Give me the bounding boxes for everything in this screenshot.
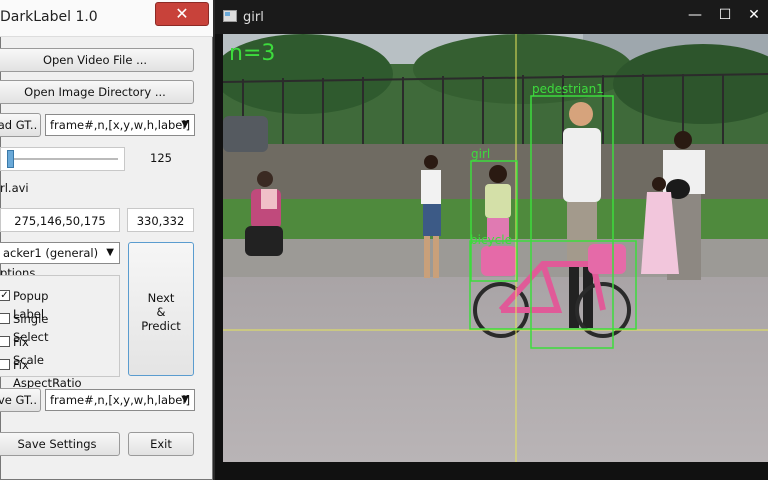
video-window-title: girl — [243, 10, 264, 25]
close-icon: ✕ — [748, 7, 760, 23]
save-format-select[interactable]: frame#,n,[x,y,w,h,label] ▼ — [45, 389, 195, 411]
bbox-label-girl: girl — [471, 147, 490, 161]
load-format-select[interactable]: frame#,n,[x,y,w,h,label] ▼ — [45, 114, 195, 136]
bbox-coordinates: 275,146,50,175 — [0, 208, 120, 232]
open-video-button[interactable]: Open Video File ... — [0, 48, 194, 72]
save-format-value: frame#,n,[x,y,w,h,label] — [50, 393, 191, 407]
option-label: Fix AspectRatio — [13, 358, 82, 390]
open-image-directory-button[interactable]: Open Image Directory ... — [0, 80, 194, 104]
tracker-select[interactable]: acker1 (general) ▼ — [0, 242, 120, 264]
mouse-coordinates: 330,332 — [127, 208, 194, 232]
frame-slider[interactable] — [0, 147, 125, 171]
exit-button[interactable]: Exit — [128, 432, 194, 456]
video-title-bar[interactable]: girl — ☐ ✕ — [215, 0, 768, 34]
maximize-icon: ☐ — [718, 7, 732, 23]
maximize-button[interactable]: ☐ — [711, 4, 739, 26]
slider-track — [7, 158, 118, 160]
window-title: DarkLabel 1.0 — [0, 9, 98, 25]
checkbox[interactable]: ✓ — [0, 290, 10, 301]
next-predict-line: Predict — [141, 319, 181, 333]
chevron-down-icon: ▼ — [181, 119, 189, 130]
video-canvas[interactable]: pedestrian1 girl bicycle n=3 — [223, 34, 768, 462]
bbox-label-bicycle: bicycle — [470, 233, 512, 247]
checkbox[interactable] — [0, 313, 10, 324]
bbox-label-pedestrian: pedestrian1 — [532, 82, 604, 96]
save-settings-button[interactable]: Save Settings — [0, 432, 120, 456]
file-name: rl.avi — [0, 181, 29, 195]
video-window: girl — ☐ ✕ pedestrian1 girl bicycle n=3 — [215, 0, 768, 480]
save-gt-button[interactable]: ve GT.. — [0, 388, 41, 412]
car — [223, 116, 268, 152]
load-format-value: frame#,n,[x,y,w,h,label] — [50, 118, 191, 132]
darklabel-window: DarkLabel 1.0 ✕ Open Video File ... Open… — [0, 0, 213, 480]
app-icon — [223, 10, 237, 22]
frame-number: 125 — [150, 151, 172, 165]
close-button[interactable]: ✕ — [155, 2, 209, 26]
next-predict-button[interactable]: Next & Predict — [128, 242, 194, 376]
next-predict-line: Next — [147, 291, 175, 305]
darklabel-title-bar[interactable]: DarkLabel 1.0 ✕ — [0, 0, 213, 37]
close-icon: ✕ — [175, 4, 189, 23]
checkbox[interactable] — [0, 359, 10, 370]
load-gt-button[interactable]: ad GT.. — [0, 113, 41, 137]
tracker-value: acker1 (general) — [3, 246, 99, 260]
chevron-down-icon: ▼ — [181, 394, 189, 405]
options-group: ✓ Popup Label Single Select Fix Scale Fi… — [0, 275, 120, 390]
object-count-overlay: n=3 — [229, 41, 275, 66]
chevron-down-icon: ▼ — [106, 247, 114, 258]
video-frame[interactable]: pedestrian1 girl bicycle n=3 — [223, 34, 768, 462]
pavement — [223, 277, 768, 462]
close-button[interactable]: ✕ — [740, 4, 768, 26]
minimize-icon: — — [688, 7, 702, 23]
checkbox[interactable] — [0, 336, 10, 347]
minimize-button[interactable]: — — [681, 4, 709, 26]
next-predict-line: & — [156, 305, 166, 319]
slider-thumb[interactable] — [7, 150, 15, 168]
